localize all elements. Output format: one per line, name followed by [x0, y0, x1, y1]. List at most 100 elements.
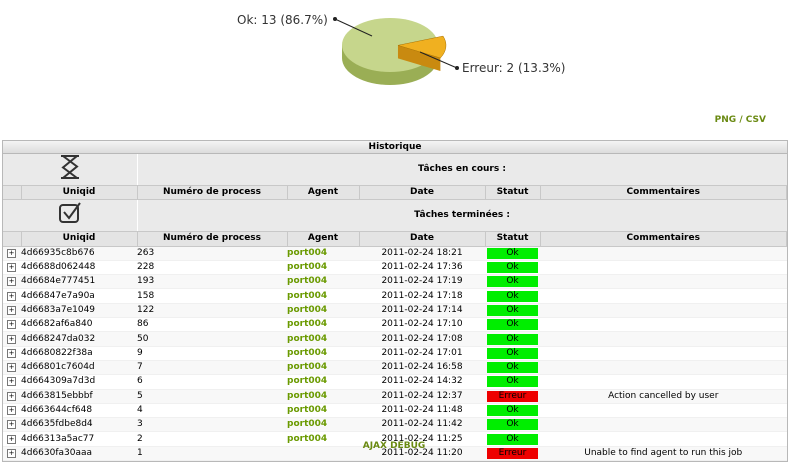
col-date[interactable]: Date — [359, 231, 486, 247]
expand-plus-icon[interactable]: + — [7, 406, 16, 415]
col-comments[interactable]: Commentaires — [540, 185, 787, 201]
comment-cell — [540, 374, 787, 390]
col-status[interactable]: Statut — [485, 231, 541, 247]
table-row: +4d664309a7d3d 6 port004 2011-02-24 14:32 Ok — [3, 374, 787, 390]
expand-plus-icon[interactable]: + — [7, 291, 16, 301]
expand-plus-icon[interactable]: + — [7, 348, 16, 358]
comment-cell — [540, 274, 787, 290]
ajax-debug-link[interactable]: AJAX DEBUG — [0, 441, 788, 451]
process-cell: 193 — [137, 274, 287, 290]
comment-cell — [540, 246, 787, 261]
date-cell: 2011-02-24 17:10 — [359, 317, 485, 333]
status-badge: Ok — [487, 304, 538, 316]
process-cell: 4 — [137, 403, 287, 419]
uniqid-cell: 4d66847e7a90a — [21, 288, 137, 304]
expand-plus-icon[interactable]: + — [7, 320, 16, 330]
col-expand — [3, 231, 22, 247]
status-cell: Ok — [485, 288, 540, 304]
status-cell: Erreur — [485, 389, 540, 404]
col-date[interactable]: Date — [359, 185, 486, 201]
uniqid-cell: 4d668247da032 — [21, 331, 137, 347]
date-cell: 2011-02-24 11:42 — [359, 417, 485, 433]
date-cell: 2011-02-24 17:19 — [359, 274, 485, 290]
uniqid-cell: 4d6635fdbe8d4 — [21, 417, 137, 433]
uniqid-cell: 4d66935c8b676 — [21, 246, 137, 261]
expand-plus-icon[interactable]: + — [7, 305, 16, 315]
col-process[interactable]: Numéro de process — [137, 231, 288, 247]
process-cell: 122 — [137, 303, 287, 319]
col-comments[interactable]: Commentaires — [540, 231, 787, 247]
agent-cell: port004 — [287, 317, 359, 333]
date-cell: 2011-02-24 17:18 — [359, 288, 485, 304]
col-expand — [3, 185, 22, 201]
expand-plus-icon[interactable]: + — [7, 263, 16, 273]
status-cell: Ok — [485, 417, 540, 433]
pie-label-ok: Ok: 13 (86.7%) — [237, 13, 328, 27]
comment-cell — [540, 260, 787, 276]
comment-cell — [540, 331, 787, 347]
status-cell: Ok — [485, 374, 540, 390]
date-cell: 2011-02-24 17:36 — [359, 260, 485, 276]
leader-line-ok-dot — [333, 17, 337, 21]
status-cell: Ok — [485, 360, 540, 376]
checkbox-check-icon — [58, 202, 81, 224]
agent-cell: port004 — [287, 346, 359, 361]
agent-cell: port004 — [287, 374, 359, 390]
date-cell: 2011-02-24 11:48 — [359, 403, 485, 419]
expand-plus-icon[interactable]: + — [7, 334, 16, 344]
process-cell: 228 — [137, 260, 287, 276]
finished-header-row: Uniqid Numéro de process Agent Date Stat… — [3, 231, 787, 247]
table-row: +4d6635fdbe8d4 3 port004 2011-02-24 11:42 Ok — [3, 417, 787, 433]
comment-cell — [540, 417, 787, 433]
expand-plus-icon[interactable]: + — [7, 277, 16, 287]
agent-cell: port004 — [287, 260, 359, 276]
expand-plus-icon[interactable]: + — [7, 391, 16, 401]
export-csv-link[interactable]: CSV — [746, 115, 766, 125]
expand-plus-icon[interactable]: + — [7, 377, 16, 387]
running-tasks-section: Tâches en cours : — [3, 154, 787, 186]
process-cell: 9 — [137, 346, 287, 361]
hourglass-icon — [60, 155, 79, 179]
table-row: +4d663815ebbbf 5 port004 2011-02-24 12:37 Er… — [3, 389, 787, 404]
status-badge: Ok — [487, 419, 538, 431]
export-png-link[interactable]: PNG — [715, 115, 737, 125]
uniqid-cell: 4d6683a7e1049 — [21, 303, 137, 319]
uniqid-cell: 4d6688d062448 — [21, 260, 137, 276]
pie-chart: Ok: 13 (86.7%) Erreur: 2 (13.3%) — [237, 13, 565, 85]
col-agent[interactable]: Agent — [287, 231, 360, 247]
process-cell: 6 — [137, 374, 287, 390]
agent-cell: port004 — [287, 389, 359, 404]
expand-plus-icon[interactable]: + — [7, 420, 16, 430]
date-cell: 2011-02-24 16:58 — [359, 360, 485, 376]
leader-line-erreur-dot — [455, 66, 459, 70]
status-badge: Ok — [487, 362, 538, 374]
expand-plus-icon[interactable]: + — [7, 248, 16, 258]
col-agent[interactable]: Agent — [287, 185, 360, 201]
date-cell: 2011-02-24 17:01 — [359, 346, 485, 361]
col-status[interactable]: Statut — [485, 185, 541, 201]
agent-cell: port004 — [287, 403, 359, 419]
status-badge: Ok — [487, 290, 538, 302]
status-badge: Ok — [487, 247, 538, 259]
comment-cell — [540, 403, 787, 419]
agent-cell: port004 — [287, 303, 359, 319]
status-cell: Ok — [485, 331, 540, 347]
table-row: +4d6688d062448 228 port004 2011-02-24 17:36… — [3, 260, 787, 276]
agent-cell: port004 — [287, 288, 359, 304]
col-uniqid[interactable]: Uniqid — [21, 185, 138, 201]
uniqid-cell: 4d66801c7604d — [21, 360, 137, 376]
comment-cell — [540, 303, 787, 319]
agent-cell: port004 — [287, 417, 359, 433]
col-uniqid[interactable]: Uniqid — [21, 231, 138, 247]
status-cell: Ok — [485, 303, 540, 319]
table-row: +4d6683a7e1049 122 port004 2011-02-24 17:14… — [3, 303, 787, 319]
status-badge: Erreur — [487, 390, 538, 402]
col-process[interactable]: Numéro de process — [137, 185, 288, 201]
expand-plus-icon[interactable]: + — [7, 363, 16, 373]
process-cell: 50 — [137, 331, 287, 347]
status-badge: Ok — [487, 376, 538, 388]
agent-cell: port004 — [287, 331, 359, 347]
process-cell: 3 — [137, 417, 287, 433]
export-separator: / — [739, 115, 743, 125]
comment-cell — [540, 360, 787, 376]
